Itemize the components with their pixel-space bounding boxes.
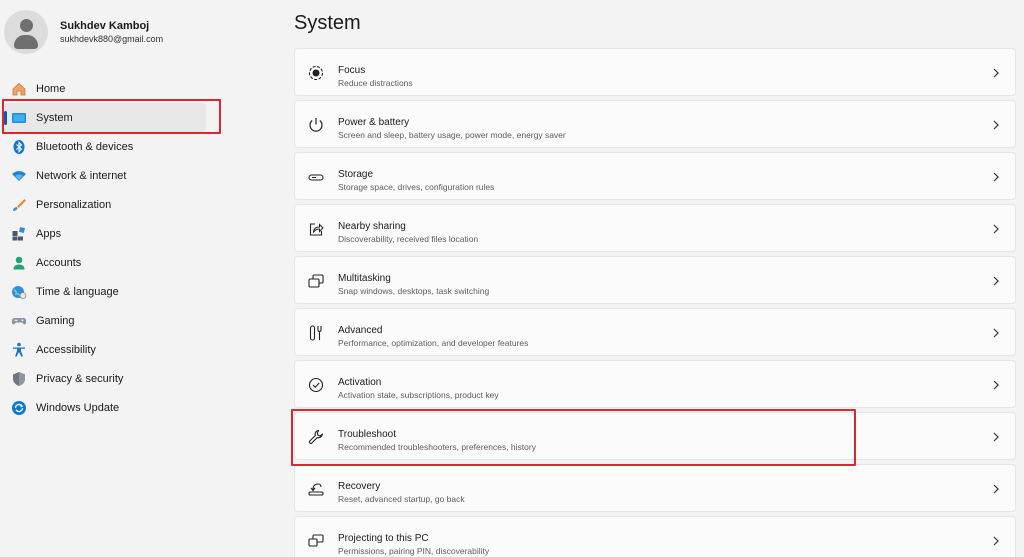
card-text: Activation Activation state, subscriptio… — [338, 377, 499, 401]
sidebar-item-label: Accounts — [36, 256, 82, 269]
chevron-right-icon — [991, 482, 1001, 496]
card-title: Recovery — [338, 481, 381, 492]
page-title: System — [294, 12, 361, 34]
multitasking-icon — [307, 272, 325, 290]
accounts-icon — [11, 255, 27, 271]
card-nearby-sharing[interactable]: Nearby sharing Discoverability, received… — [294, 204, 1016, 252]
sidebar-item-label: Gaming — [36, 314, 75, 327]
recovery-icon — [307, 480, 325, 498]
card-title: Focus — [338, 65, 366, 76]
sidebar-item-apps[interactable]: Apps — [0, 219, 230, 248]
sidebar-item-windows-update[interactable]: Windows Update — [0, 393, 230, 422]
card-title: Multitasking — [338, 273, 391, 284]
card-text: Focus Reduce distractions — [338, 65, 413, 89]
troubleshoot-highlight-box — [291, 409, 856, 466]
chevron-right-icon — [991, 326, 1001, 340]
share-icon — [307, 220, 325, 238]
card-advanced[interactable]: Advanced Performance, optimization, and … — [294, 308, 1016, 356]
shield-icon — [11, 371, 27, 387]
storage-icon — [307, 168, 325, 186]
card-subtitle: Activation state, subscriptions, product… — [338, 390, 499, 400]
card-title: Activation — [338, 377, 382, 388]
update-icon — [11, 400, 27, 416]
focus-icon — [307, 64, 325, 82]
sidebar-item-gaming[interactable]: Gaming — [0, 306, 230, 335]
tools-icon — [307, 324, 325, 342]
card-subtitle: Performance, optimization, and developer… — [338, 338, 529, 348]
apps-icon — [11, 226, 27, 242]
home-icon — [11, 81, 27, 97]
power-icon — [307, 116, 325, 134]
sidebar-item-label: Home — [36, 82, 66, 95]
settings-list: Focus Reduce distractions Power & batter… — [294, 48, 1016, 557]
card-activation[interactable]: Activation Activation state, subscriptio… — [294, 360, 1016, 408]
accessibility-icon — [11, 342, 27, 358]
profile-name: Sukhdev Kamboj — [60, 20, 150, 32]
check-circle-icon — [307, 376, 325, 394]
card-subtitle: Permissions, pairing PIN, discoverabilit… — [338, 546, 490, 556]
card-title: Advanced — [338, 325, 383, 336]
card-text: Projecting to this PC Permissions, pairi… — [338, 533, 489, 557]
chevron-right-icon — [991, 274, 1001, 288]
card-text: Advanced Performance, optimization, and … — [338, 325, 528, 349]
chevron-right-icon — [991, 170, 1001, 184]
card-subtitle: Reduce distractions — [338, 78, 413, 88]
sidebar-item-label: Windows Update — [36, 401, 120, 414]
sidebar-item-accounts[interactable]: Accounts — [0, 248, 230, 277]
sidebar-item-accessibility[interactable]: Accessibility — [0, 335, 230, 364]
sidebar-item-time-language[interactable]: Time & language — [0, 277, 230, 306]
card-text: Multitasking Snap windows, desktops, tas… — [338, 273, 489, 297]
gamepad-icon — [11, 313, 27, 329]
card-title: Projecting to this PC — [338, 533, 429, 544]
sidebar-item-bluetooth[interactable]: Bluetooth & devices — [0, 132, 230, 161]
chevron-right-icon — [991, 118, 1001, 132]
card-subtitle: Screen and sleep, battery usage, power m… — [338, 130, 566, 140]
sidebar-item-label: Time & language — [36, 285, 119, 298]
sidebar-item-personalization[interactable]: Personalization — [0, 190, 230, 219]
card-subtitle: Reset, advanced startup, go back — [338, 494, 465, 504]
avatar[interactable] — [4, 10, 48, 54]
card-projecting[interactable]: Projecting to this PC Permissions, pairi… — [294, 516, 1016, 557]
bluetooth-icon — [11, 139, 27, 155]
profile-text: Sukhdev Kamboj sukhdevk880@gmail.com — [60, 19, 163, 45]
card-subtitle: Discoverability, received files location — [338, 234, 479, 244]
avatar-head — [20, 19, 33, 32]
sidebar-item-label: Privacy & security — [36, 372, 124, 385]
brush-icon — [11, 197, 27, 213]
sidebar-item-network[interactable]: Network & internet — [0, 161, 230, 190]
globe-clock-icon — [11, 284, 27, 300]
sidebar-item-label: Bluetooth & devices — [36, 140, 134, 153]
card-text: Recovery Reset, advanced startup, go bac… — [338, 481, 465, 505]
sidebar-item-label: Personalization — [36, 198, 112, 211]
sidebar-item-label: Apps — [36, 227, 62, 240]
card-power-battery[interactable]: Power & battery Screen and sleep, batter… — [294, 100, 1016, 148]
avatar-body — [14, 35, 38, 49]
chevron-right-icon — [991, 66, 1001, 80]
sidebar-item-label: Accessibility — [36, 343, 96, 356]
card-recovery[interactable]: Recovery Reset, advanced startup, go bac… — [294, 464, 1016, 512]
card-text: Storage Storage space, drives, configura… — [338, 169, 494, 193]
card-focus[interactable]: Focus Reduce distractions — [294, 48, 1016, 96]
user-profile[interactable]: Sukhdev Kamboj sukhdevk880@gmail.com — [4, 10, 163, 54]
chevron-right-icon — [991, 378, 1001, 392]
chevron-right-icon — [991, 222, 1001, 236]
card-storage[interactable]: Storage Storage space, drives, configura… — [294, 152, 1016, 200]
chevron-right-icon — [991, 534, 1001, 548]
card-text: Nearby sharing Discoverability, received… — [338, 221, 478, 245]
card-title: Storage — [338, 169, 374, 180]
profile-email: sukhdevk880@gmail.com — [60, 34, 164, 44]
card-title: Nearby sharing — [338, 221, 406, 232]
card-text: Power & battery Screen and sleep, batter… — [338, 117, 566, 141]
projecting-icon — [307, 532, 325, 550]
card-subtitle: Snap windows, desktops, task switching — [338, 286, 490, 296]
card-subtitle: Storage space, drives, configuration rul… — [338, 182, 495, 192]
wifi-icon — [11, 168, 27, 184]
system-highlight-box — [2, 99, 221, 134]
sidebar-item-label: Network & internet — [36, 169, 127, 182]
sidebar-item-privacy-security[interactable]: Privacy & security — [0, 364, 230, 393]
sidebar: Sukhdev Kamboj sukhdevk880@gmail.com Hom… — [0, 0, 280, 557]
chevron-right-icon — [991, 430, 1001, 444]
card-multitasking[interactable]: Multitasking Snap windows, desktops, tas… — [294, 256, 1016, 304]
card-title: Power & battery — [338, 117, 410, 128]
